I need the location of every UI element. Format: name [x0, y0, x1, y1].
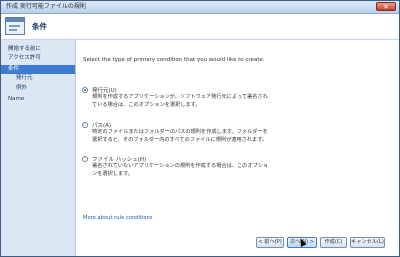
create-button[interactable]: 作成(C): [320, 237, 347, 248]
cancel-button[interactable]: キャンセル(L): [350, 237, 385, 248]
step-name[interactable]: Name: [1, 95, 75, 104]
step-permissions[interactable]: アクセス許可: [1, 54, 75, 63]
wizard-content: Select the type of primary condition tha…: [76, 40, 399, 256]
wizard-steps-sidebar: 開始する前に アクセス許可 条件 発行元 例外 Name: [1, 40, 76, 256]
back-button[interactable]: < 前へ(P): [256, 237, 284, 248]
window-title: 作成 実行可能ファイルの規則: [6, 3, 86, 10]
wizard-window-icon: [5, 17, 25, 35]
page-heading: 条件: [32, 22, 47, 31]
step-before-you-begin[interactable]: 開始する前に: [1, 45, 75, 54]
publisher-radio[interactable]: [82, 87, 88, 93]
wizard-header: 条件: [1, 14, 399, 40]
close-button[interactable]: ✕: [376, 2, 396, 11]
file-hash-radio[interactable]: [82, 156, 88, 162]
path-description: 特定のファイルまたはフォルダーのパスの規則を作成します。フォルダーを選択すると、…: [92, 129, 268, 143]
step-exceptions[interactable]: 例外: [1, 84, 75, 93]
publisher-description: 規則を作成するアプリケーションが、ソフトウェア発行元によって署名されている場合は…: [92, 94, 268, 108]
title-bar[interactable]: 作成 実行可能ファイルの規則 ✕: [1, 1, 399, 14]
file-hash-label[interactable]: ファイル ハッシュ(H): [92, 155, 146, 163]
instruction-text: Select the type of primary condition tha…: [83, 57, 265, 63]
step-conditions[interactable]: 条件: [1, 65, 75, 74]
rule-wizard-window: 作成 実行可能ファイルの規則 ✕ 条件 開始する前に アクセス許可 条件 発行元…: [0, 0, 400, 257]
file-hash-description: 署名されていないアプリケーションの規則を作成する場合は、このオプションを選択しま…: [92, 163, 269, 177]
path-label[interactable]: パス(A): [92, 121, 111, 129]
path-radio[interactable]: [82, 122, 88, 128]
more-about-rule-conditions-link[interactable]: More about rule conditions: [83, 215, 153, 221]
close-icon: ✕: [383, 3, 389, 11]
step-publisher[interactable]: 発行元: [1, 74, 75, 83]
publisher-label[interactable]: 発行元(U): [92, 86, 117, 94]
